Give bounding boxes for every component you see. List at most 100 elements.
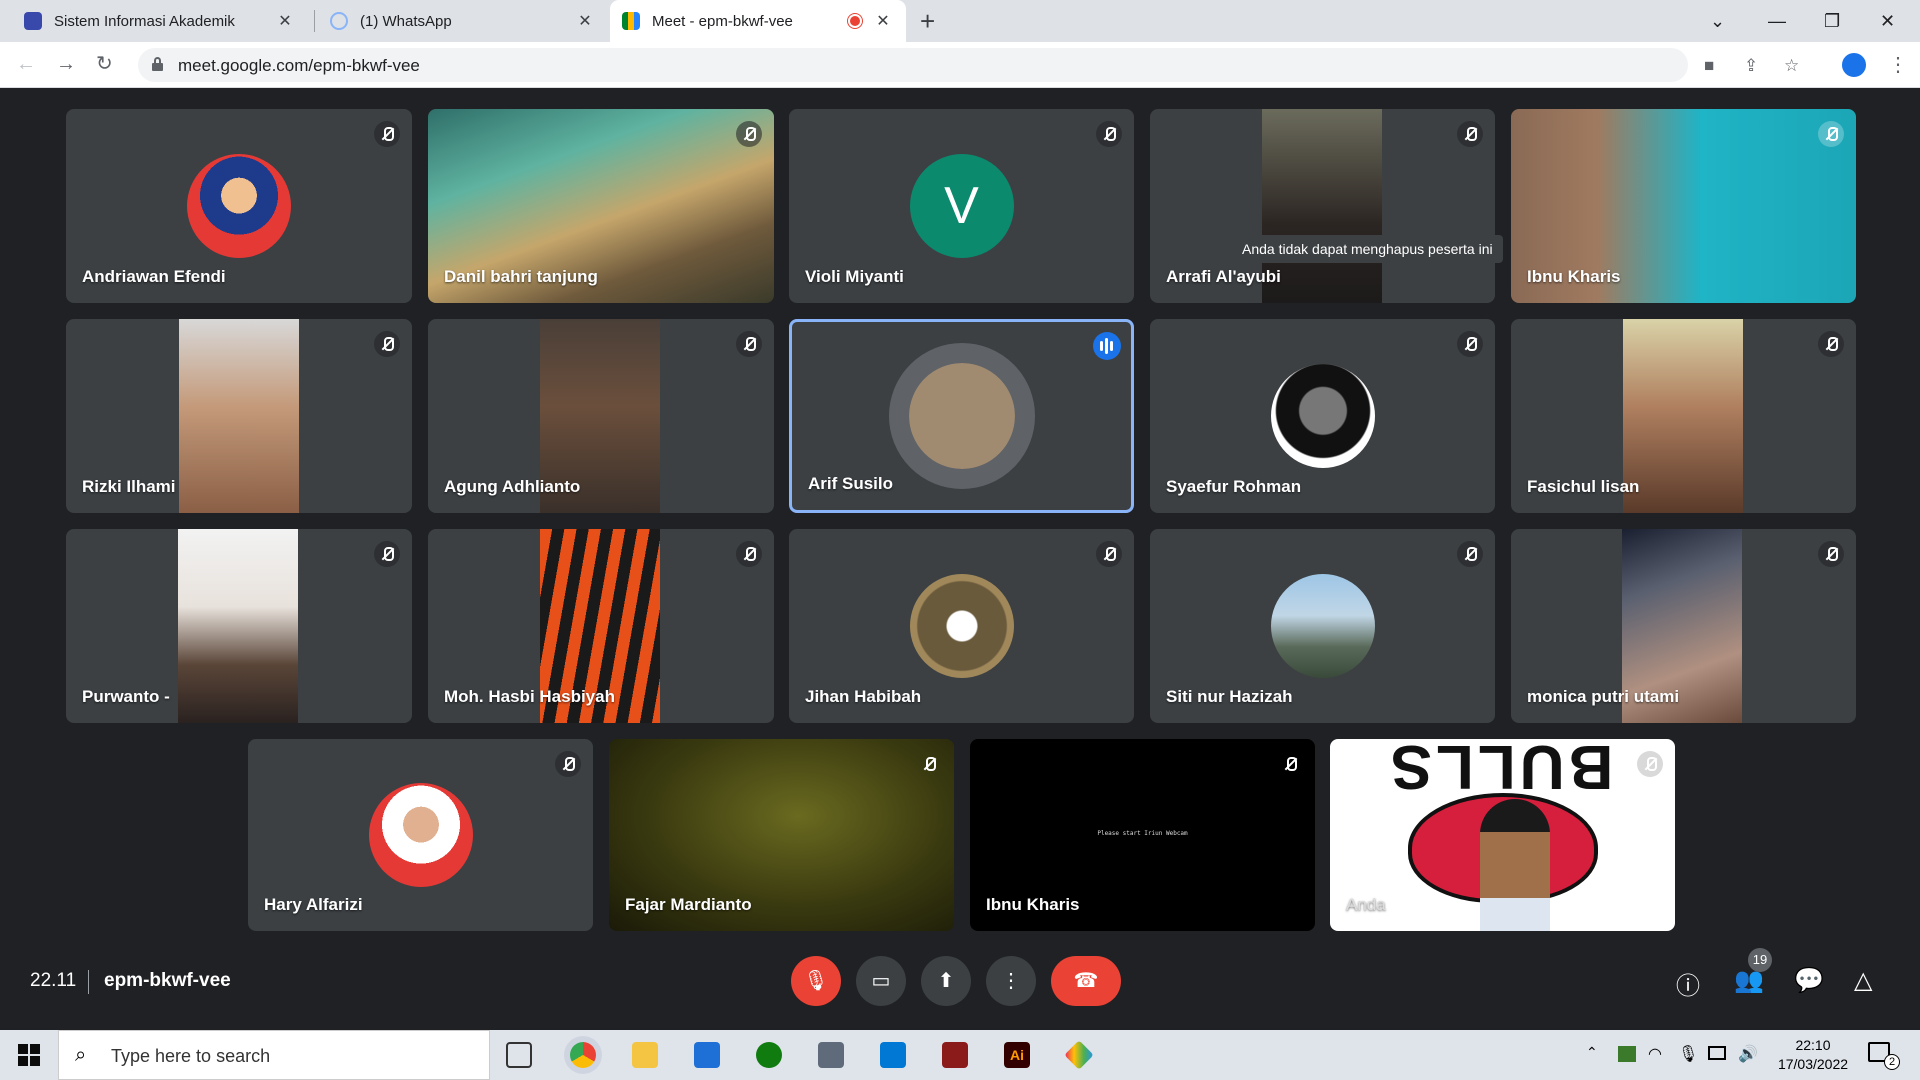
battery-icon[interactable] (1708, 1046, 1726, 1060)
maximize-button[interactable]: ❐ (1824, 6, 1840, 36)
participant-tile[interactable]: monica putri utami (1511, 529, 1856, 723)
xbox-icon[interactable] (756, 1042, 782, 1068)
mic-off-icon (1637, 751, 1663, 777)
participant-tile[interactable]: Moh. Hasbi Hasbiyah (428, 529, 774, 723)
speaker-icon[interactable]: 🔊 (1738, 1044, 1758, 1064)
meet-control-bar: 22.11 epm-bkwf-vee 🎙 ▭ ⬆ ⋮ ☎ ⓘ 👥 19 💬 △ (0, 940, 1920, 1030)
chrome-taskbar-icon[interactable] (570, 1042, 596, 1068)
meeting-info-icon[interactable]: ⓘ (1676, 966, 1700, 1001)
participant-name: Syaefur Rohman (1166, 477, 1302, 496)
camera-app-icon[interactable] (818, 1042, 844, 1068)
activities-icon[interactable]: △ (1854, 966, 1872, 995)
microphone-tray-icon[interactable]: 🎙 (1678, 1044, 1698, 1064)
camera-button[interactable]: ▭ (856, 956, 906, 1006)
participant-tile[interactable]: Andriawan Efendi (66, 109, 412, 303)
participant-tile[interactable]: Rizki Ilhami (66, 319, 412, 513)
forward-arrow-icon[interactable]: → (56, 51, 76, 77)
reload-icon[interactable]: ↻ (96, 51, 113, 77)
mic-off-button[interactable]: 🎙 (791, 956, 841, 1006)
vscode-icon[interactable] (880, 1042, 906, 1068)
camera-in-use-icon[interactable]: ■ (1704, 56, 1714, 76)
tab-whatsapp[interactable]: (1) WhatsApp ✕ (318, 0, 608, 42)
notification-count-badge: 2 (1884, 1054, 1900, 1070)
avatar (909, 574, 1014, 678)
url-text[interactable]: meet.google.com/epm-bkwf-vee (178, 56, 420, 76)
mic-off-icon (555, 751, 581, 777)
close-tab-icon[interactable]: ✕ (872, 11, 894, 31)
app-icon[interactable] (1064, 1040, 1094, 1070)
participant-tile-active-speaker[interactable]: Arif Susilo (789, 319, 1134, 513)
loading-spinner-icon (330, 12, 348, 30)
people-count-badge: 19 (1748, 948, 1772, 972)
avatar (1270, 364, 1375, 468)
meeting-code: epm-bkwf-vee (104, 970, 231, 991)
address-bar[interactable]: meet.google.com/epm-bkwf-vee ■ ⇪ ☆ (138, 48, 1799, 82)
game-app-icon[interactable] (942, 1042, 968, 1068)
participant-tile-self[interactable]: BULLS Anda (1330, 739, 1675, 931)
participant-tile[interactable]: Please start Iriun Webcam Ibnu Kharis (970, 739, 1315, 931)
participant-name: Agung Adhlianto (444, 477, 581, 496)
tab-sistem-informasi[interactable]: Sistem Informasi Akademik ✕ (12, 0, 308, 42)
participant-name: Fasichul lisan (1527, 477, 1640, 496)
video-feed (179, 319, 299, 513)
participant-tile[interactable]: Fajar Mardianto (609, 739, 954, 931)
participant-tile[interactable]: Danil bahri tanjung (428, 109, 774, 303)
participant-tile[interactable]: Ibnu Kharis (1511, 109, 1856, 303)
participant-tile[interactable]: Jihan Habibah (789, 529, 1134, 723)
share-icon[interactable]: ⇪ (1744, 56, 1758, 76)
participant-name: Hary Alfarizi (264, 895, 363, 914)
profile-avatar[interactable] (1840, 51, 1868, 79)
video-feed (1480, 799, 1550, 931)
browser-menu-icon[interactable]: ⋮ (1888, 52, 1908, 77)
mic-off-icon (736, 121, 762, 147)
close-tab-icon[interactable]: ✕ (574, 11, 596, 31)
participant-tile[interactable]: Hary Alfarizi (248, 739, 593, 931)
tab-search-icon[interactable]: ⌄ (1710, 6, 1725, 36)
participant-name: Siti nur Hazizah (1166, 687, 1293, 706)
nvidia-tray-icon[interactable] (1618, 1046, 1636, 1062)
search-placeholder: Type here to search (111, 1046, 271, 1066)
participant-tile[interactable]: V Violi Miyanti (789, 109, 1134, 303)
participant-name: Jihan Habibah (805, 687, 922, 706)
tray-chevron-icon[interactable]: ⌃ (1586, 1044, 1598, 1061)
mail-icon[interactable] (694, 1042, 720, 1068)
windows-start-icon[interactable] (18, 1044, 40, 1066)
new-tab-button[interactable]: + (920, 6, 935, 36)
mic-off-icon (1457, 331, 1483, 357)
avatar: V (909, 154, 1014, 258)
participant-tile[interactable]: Agung Adhlianto (428, 319, 774, 513)
participant-name: Anda (1346, 895, 1386, 914)
tooltip: Anda tidak dapat menghapus peserta ini (1232, 235, 1503, 263)
chat-icon[interactable]: 💬 (1794, 966, 1824, 995)
wifi-icon[interactable]: ◠ (1648, 1044, 1662, 1064)
bookmark-star-icon[interactable]: ☆ (1784, 56, 1799, 76)
participant-name: Fajar Mardianto (625, 895, 752, 914)
participant-name: monica putri utami (1527, 687, 1680, 706)
participant-name: Rizki Ilhami (82, 477, 176, 496)
avatar (368, 783, 473, 887)
present-screen-button[interactable]: ⬆ (921, 956, 971, 1006)
file-explorer-icon[interactable] (632, 1042, 658, 1068)
mic-off-icon (1818, 121, 1844, 147)
participant-tile[interactable]: Purwanto - (66, 529, 412, 723)
taskbar-search[interactable]: ⌕ Type here to search (58, 1030, 490, 1080)
participant-tile[interactable]: Syaefur Rohman (1150, 319, 1495, 513)
back-arrow-icon[interactable]: ← (16, 51, 36, 77)
participant-tile[interactable]: Siti nur Hazizah (1150, 529, 1495, 723)
video-feed (178, 529, 298, 723)
taskbar-date: 17/03/2022 (1777, 1056, 1849, 1072)
more-options-button[interactable]: ⋮ (986, 956, 1036, 1006)
mic-off-icon (1818, 541, 1844, 567)
close-window-button[interactable]: ✕ (1880, 6, 1895, 36)
illustrator-icon[interactable]: Ai (1004, 1042, 1030, 1068)
lock-icon (152, 57, 163, 71)
task-view-icon[interactable] (506, 1042, 532, 1068)
taskbar-clock[interactable]: 22:10 17/03/2022 (1773, 1036, 1853, 1074)
tab-meet[interactable]: Meet - epm-bkwf-vee ✕ (610, 0, 906, 42)
participant-tile[interactable]: Fasichul lisan (1511, 319, 1856, 513)
close-tab-icon[interactable]: ✕ (274, 11, 296, 31)
minimize-button[interactable]: — (1768, 6, 1786, 36)
mic-off-icon (736, 541, 762, 567)
participant-tile[interactable]: Arrafi Al'ayubi (1150, 109, 1495, 303)
end-call-button[interactable]: ☎ (1051, 956, 1121, 1006)
